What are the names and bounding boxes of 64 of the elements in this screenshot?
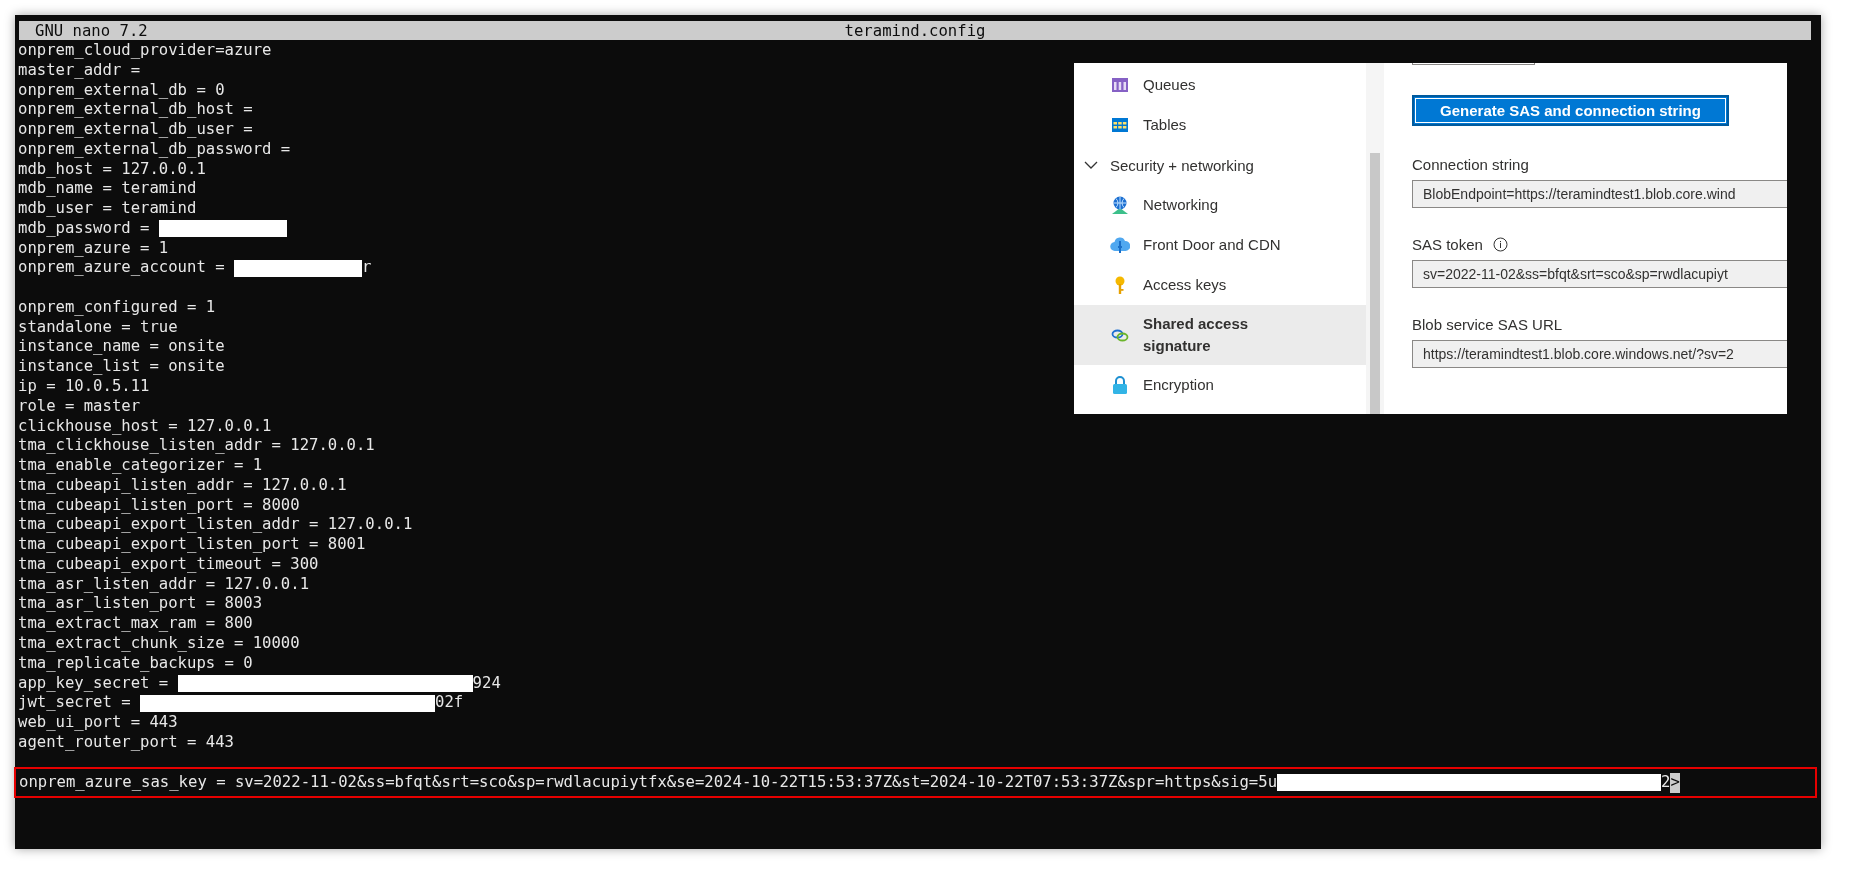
config-line: tma_cubeapi_export_timeout = 300	[18, 554, 319, 575]
readonly-field[interactable]: sv=2022-11-02&ss=bfqt&srt=sco&sp=rwdlacupiyt	[1412, 260, 1787, 288]
nav-item[interactable]: Encryption	[1074, 365, 1366, 405]
app-name: GNU nano 7.2	[34, 21, 148, 40]
config-line: tma_cubeapi_export_listen_port = 8001	[18, 535, 366, 555]
generate-button[interactable]: Generate SAS and connection string	[1412, 95, 1729, 126]
config-line: onprem_azure_account =	[18, 258, 226, 279]
grid-icon	[1110, 75, 1130, 95]
scrollbar-thumb[interactable]	[1370, 153, 1380, 414]
file-name: teramind.config	[844, 21, 986, 40]
config-fragment: 2	[1661, 772, 1671, 793]
config-line: mdb_user = teramind	[18, 199, 197, 219]
config-line: onprem_cloud_provider=azure	[18, 41, 272, 61]
config-line: onprem_external_db_user =	[18, 120, 253, 140]
config-fragment: r	[361, 258, 372, 279]
config-line: onprem_azure = 1	[18, 238, 169, 259]
config-line: tma_cubeapi_listen_addr = 127.0.0.1	[18, 475, 347, 496]
nav-item[interactable]: Queues	[1074, 65, 1366, 105]
config-line: instance_name = onsite	[18, 337, 225, 358]
lock-icon	[1110, 375, 1130, 395]
config-fragment: 924	[472, 673, 501, 694]
config-line: jwt_secret =	[18, 693, 132, 714]
config-line: tma_cubeapi_listen_port = 8000	[18, 495, 300, 516]
config-line: standalone = true	[18, 317, 178, 338]
config-fragment: 02f	[435, 693, 464, 714]
config-line: master_addr =	[18, 60, 141, 81]
readonly-field[interactable]: https://teramindtest1.blob.core.windows.net/?sv=2	[1412, 340, 1787, 368]
config-line: role = master	[18, 396, 141, 417]
config-line: tma_cubeapi_export_listen_addr = 127.0.0.1	[18, 515, 413, 536]
config-line: tma_extract_chunk_size = 10000	[18, 633, 300, 654]
continuation-marker: >	[1670, 772, 1680, 793]
field-label: Connection string	[1412, 155, 1529, 173]
table-icon	[1110, 115, 1130, 135]
config-line: tma_extract_max_ram = 800	[18, 614, 253, 634]
readonly-field[interactable]: BlobEndpoint=https://teramindtest1.blob.core.wind	[1412, 180, 1787, 208]
nav-group[interactable]: Security + networking	[1074, 145, 1366, 185]
config-line: web_ui_port = 443	[18, 713, 178, 733]
config-line: ip = 10.0.5.11	[18, 377, 150, 397]
config-line: onprem_external_db_password =	[18, 139, 291, 160]
config-line: onprem_configured = 1	[18, 297, 216, 318]
config-line: app_key_secret =	[18, 673, 170, 694]
globe-icon	[1110, 195, 1130, 215]
config-line: onprem_external_db = 0	[18, 80, 225, 101]
config-line: tma_replicate_backups = 0	[18, 653, 253, 674]
config-line: onprem_external_db_host =	[18, 100, 253, 121]
field-label: SAS token	[1412, 235, 1483, 253]
config-line: tma_asr_listen_port = 8003	[18, 594, 263, 615]
config-line: tma_enable_categorizer = 1	[18, 456, 263, 476]
config-line: tma_asr_listen_addr = 127.0.0.1	[18, 574, 310, 595]
config-line: instance_list = onsite	[18, 357, 225, 377]
field-label: Blob service SAS URL	[1412, 315, 1563, 333]
config-line: mdb_name = teramind	[18, 179, 197, 200]
config-line: agent_router_port = 443	[18, 732, 234, 753]
config-line: clickhouse_host = 127.0.0.1	[18, 416, 272, 437]
config-line: mdb_host = 127.0.0.1	[18, 159, 206, 180]
config-line: onprem_azure_sas_key = sv=2022-11-02&ss=bfqt&srt=sco&sp=rwdlacupiytfx&se=2024-10-22T15:53:37Z&st=2024-10-22T07:53:37Z&spr=https&sig=5u	[19, 772, 1278, 793]
nav-item[interactable]: Networking	[1074, 185, 1366, 225]
nav-item[interactable]: Access keys	[1074, 265, 1366, 305]
nav-item[interactable]: Tables	[1074, 105, 1366, 145]
nav-item[interactable]: Front Door and CDN	[1074, 225, 1366, 265]
config-line: tma_clickhouse_listen_addr = 127.0.0.1	[18, 436, 375, 457]
cloud-icon	[1110, 235, 1130, 255]
nav-item[interactable]: Shared access signature	[1074, 305, 1366, 365]
config-line: mdb_password =	[18, 218, 151, 239]
